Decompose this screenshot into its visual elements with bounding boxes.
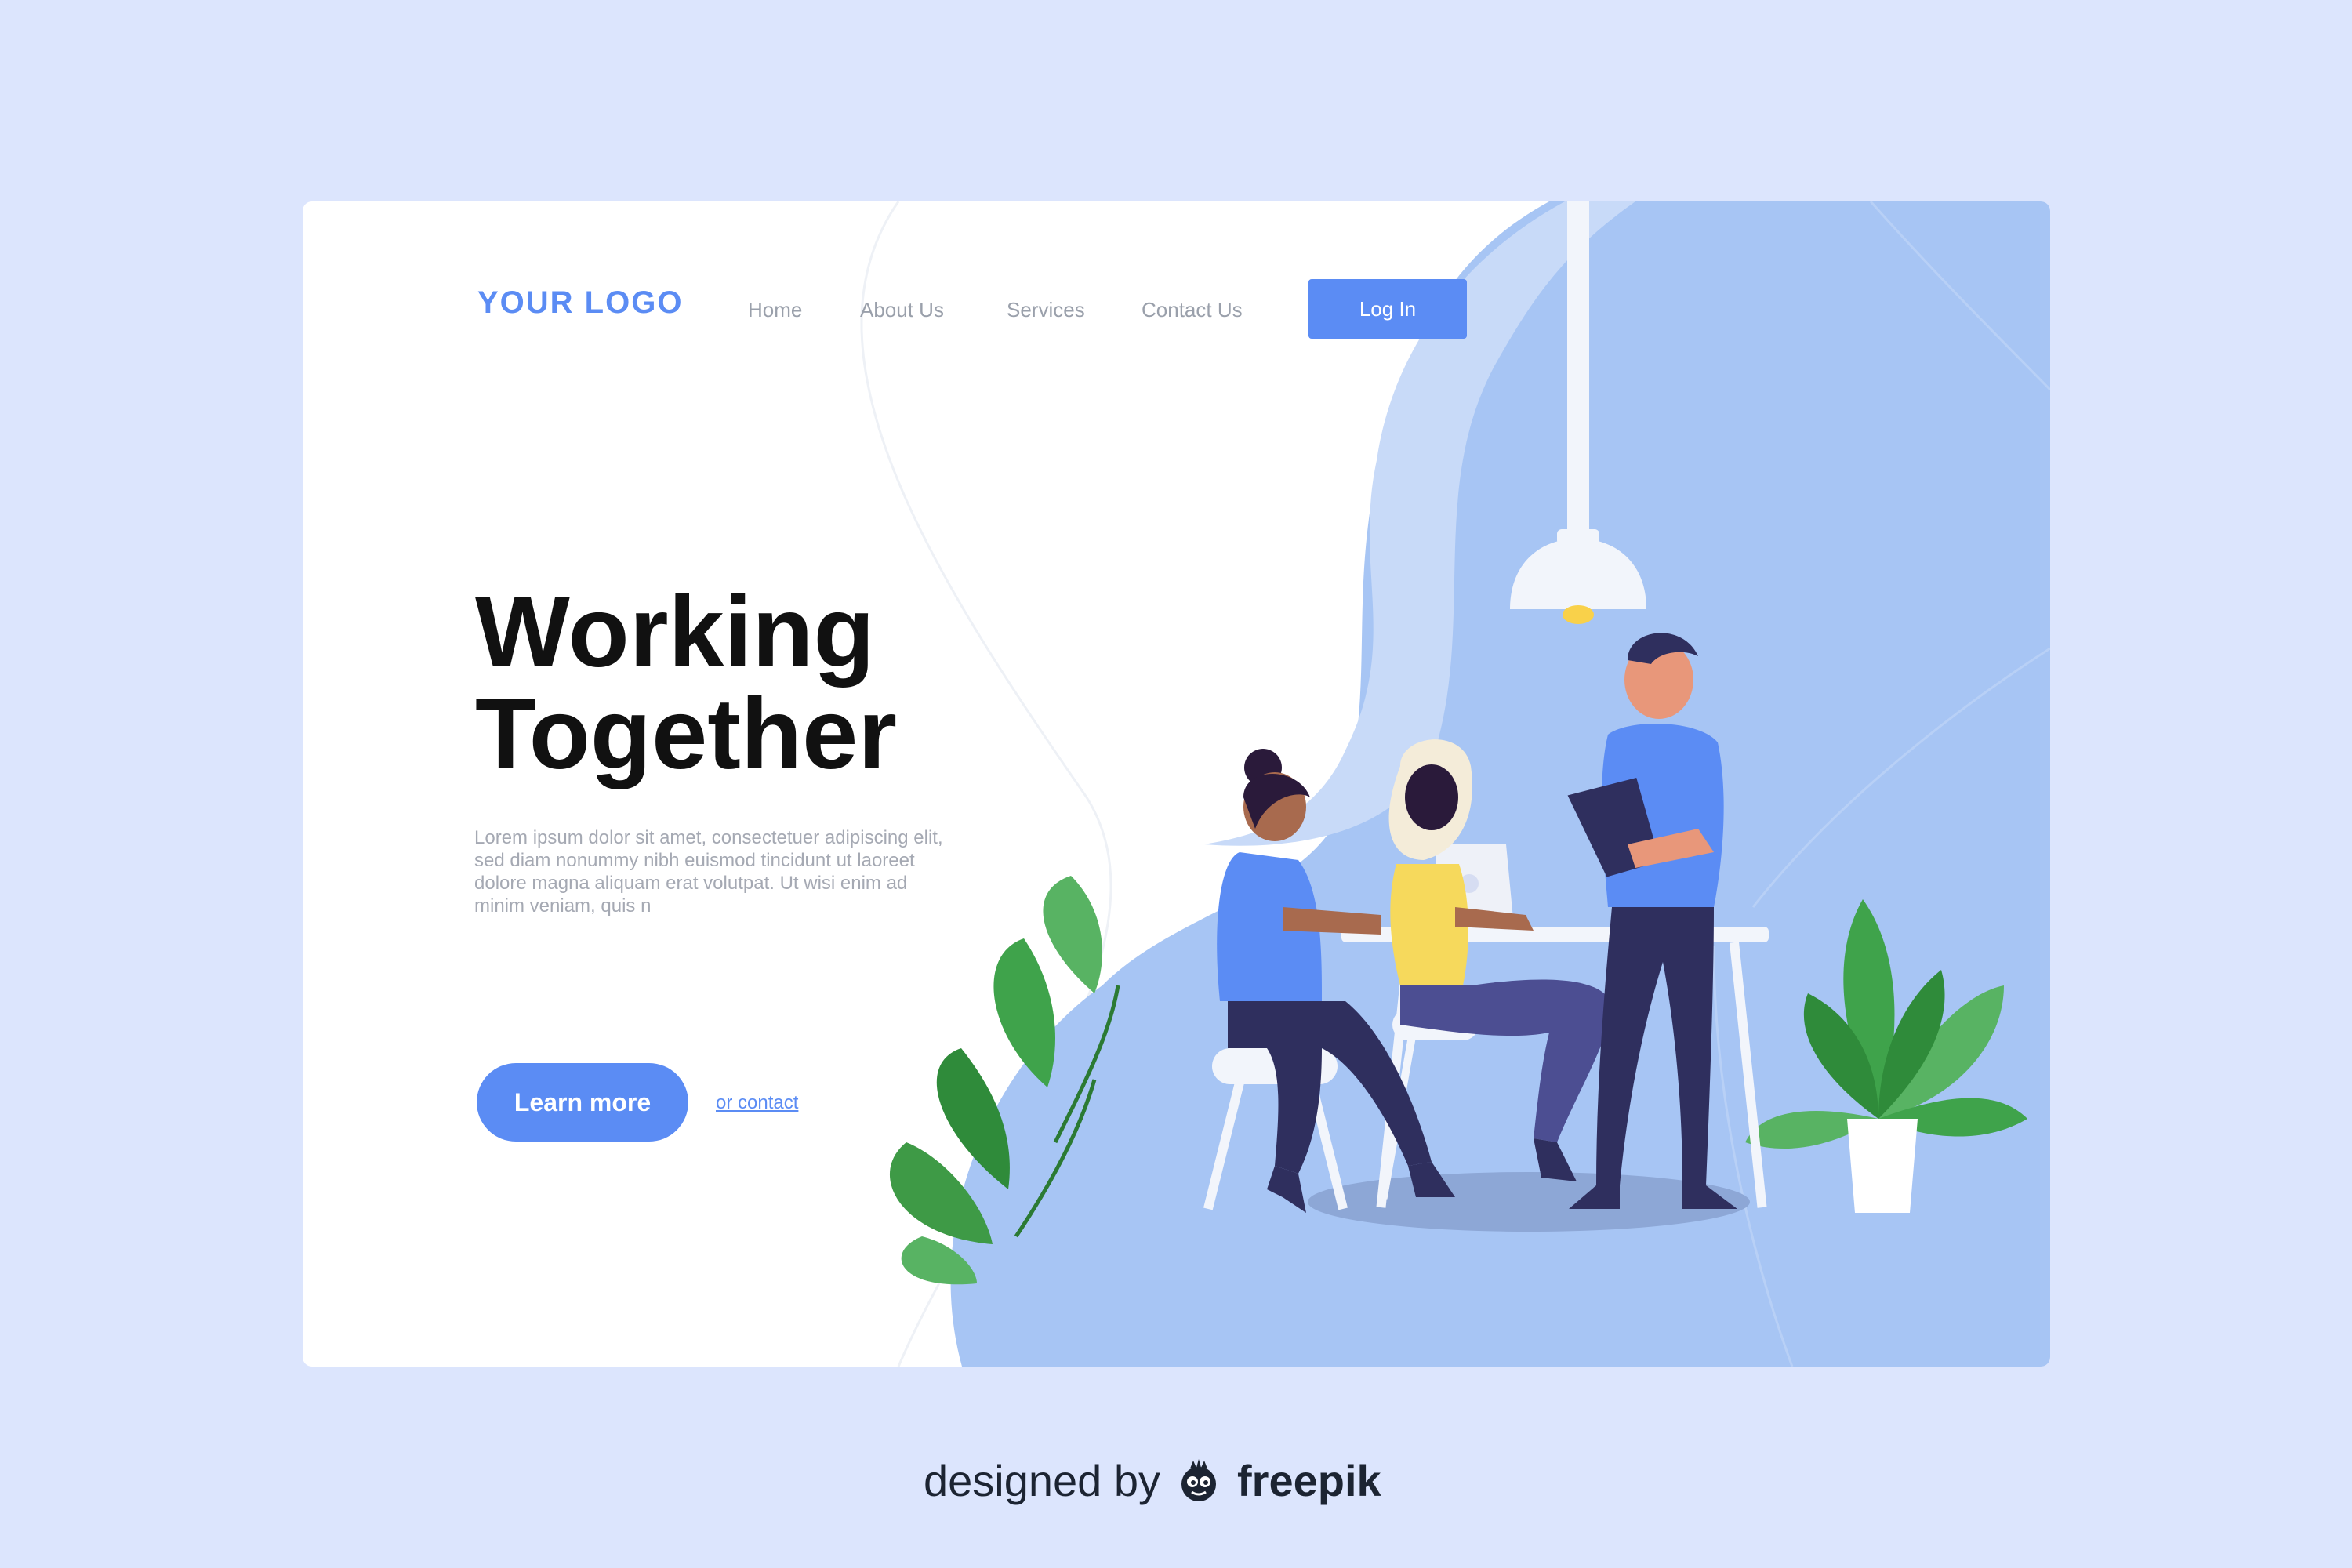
- site-logo[interactable]: YOUR LOGO: [477, 285, 683, 321]
- login-button[interactable]: Log In: [1308, 279, 1467, 339]
- nav-link-contact-us[interactable]: Contact Us: [1142, 298, 1243, 322]
- credit-brand: freepik: [1237, 1455, 1381, 1505]
- page-title: Working Together: [475, 582, 897, 786]
- hero-description: Lorem ipsum dolor sit amet, consectetuer…: [474, 827, 943, 916]
- nav-link-home[interactable]: Home: [748, 298, 802, 322]
- freepik-credit: designed by freepik: [924, 1449, 1381, 1512]
- freepik-mascot-icon: [1181, 1459, 1217, 1501]
- landing-card: YOUR LOGO Home About Us Services Contact…: [303, 201, 2050, 1367]
- contact-link[interactable]: or contact: [716, 1092, 798, 1114]
- title-line-2: Together: [475, 678, 898, 790]
- nav-link-services[interactable]: Services: [1007, 298, 1085, 322]
- credit-prefix: designed by: [924, 1455, 1161, 1505]
- learn-more-button[interactable]: Learn more: [477, 1063, 688, 1142]
- title-line-1: Working: [475, 576, 875, 688]
- nav-link-about-us[interactable]: About Us: [860, 298, 944, 322]
